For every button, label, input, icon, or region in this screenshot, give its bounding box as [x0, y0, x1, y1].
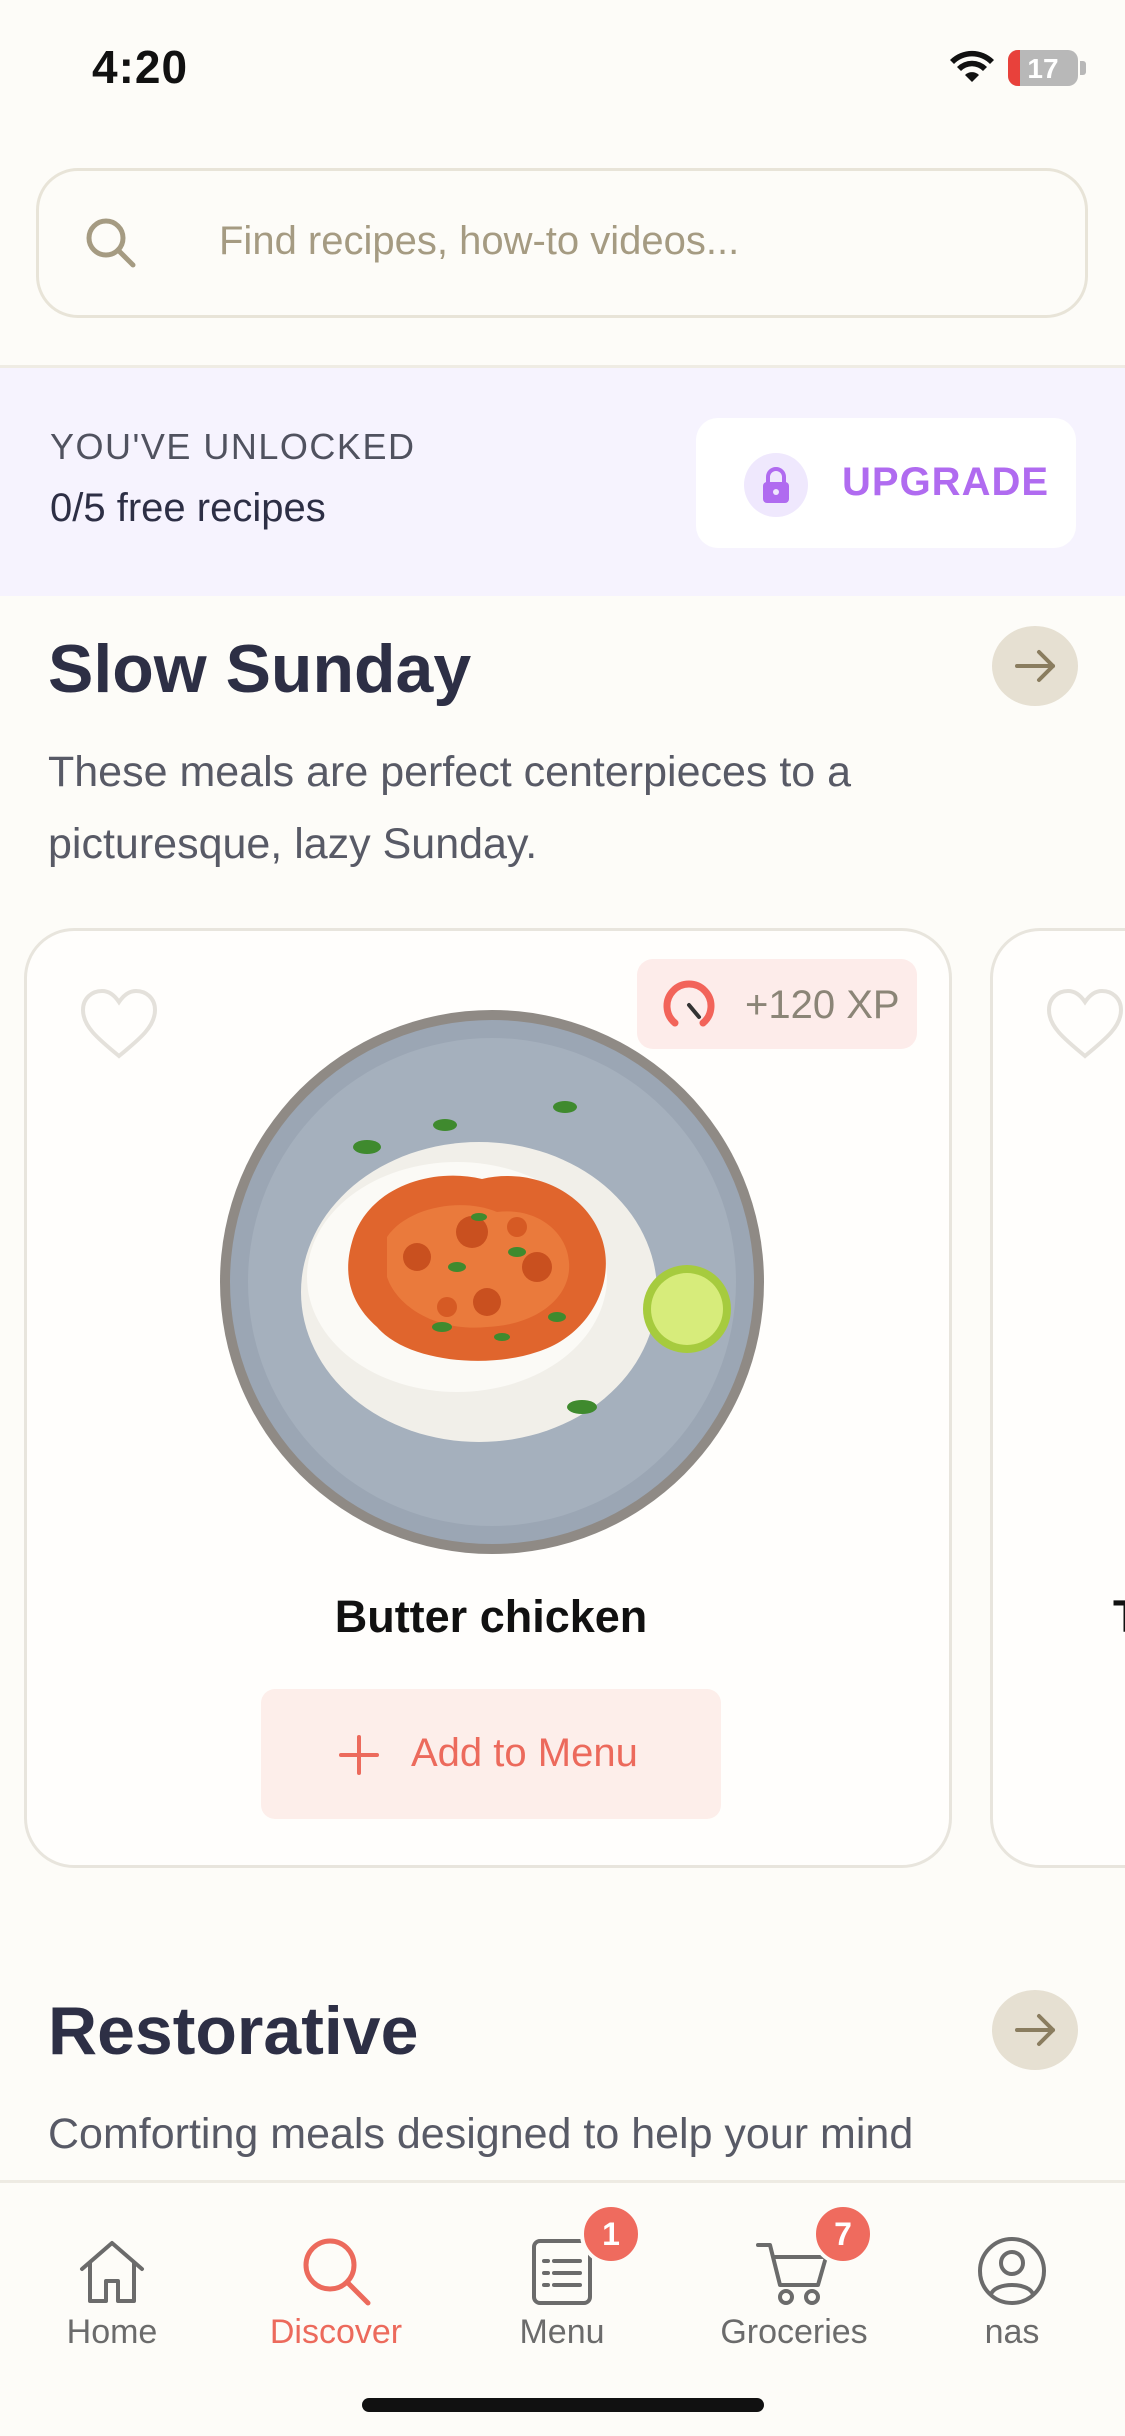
search-placeholder: Find recipes, how-to videos...	[219, 219, 740, 263]
search-icon	[303, 2238, 371, 2306]
butter-chicken-image	[220, 1010, 764, 1554]
upgrade-button[interactable]: UPGRADE	[696, 418, 1076, 548]
search-icon	[86, 218, 136, 268]
xp-label: +120 XP	[745, 983, 900, 1027]
unlock-count: 0/5 free recipes	[50, 486, 326, 530]
arrow-right-icon	[1015, 2014, 1055, 2046]
lock-badge	[744, 453, 808, 517]
wifi-icon	[950, 50, 994, 82]
recipe-name: Butter chicken	[334, 1591, 648, 1642]
unlock-banner: YOU'VE UNLOCKED 0/5 free recipes UPGRADE	[0, 368, 1125, 596]
nav-item-profile[interactable]: nas	[902, 2183, 1122, 2363]
section-title-slow-sunday: Slow Sunday	[48, 631, 472, 707]
status-bar: 4:20 17	[0, 0, 1125, 140]
status-time: 4:20	[92, 41, 189, 93]
upgrade-label: UPGRADE	[842, 460, 1050, 504]
add-to-menu-button[interactable]: Add to Menu	[261, 1689, 721, 1819]
section-description-restorative: Comforting meals designed to help your m…	[48, 2110, 914, 2158]
arrow-right-icon	[1015, 650, 1055, 682]
nav-item-home[interactable]: Home	[2, 2183, 222, 2363]
lock-icon	[763, 467, 789, 503]
heart-icon[interactable]	[1043, 986, 1125, 1062]
recipe-card[interactable]: T	[990, 928, 1125, 1868]
nav-item-groceries[interactable]: 7 Groceries	[684, 2183, 904, 2363]
groceries-count-badge: 7	[812, 2203, 874, 2265]
nav-label-profile: nas	[984, 2313, 1040, 2351]
plus-icon	[339, 1735, 379, 1775]
battery-nub	[1080, 61, 1086, 75]
add-to-menu-label: Add to Menu	[411, 1731, 638, 1775]
profile-icon	[978, 2237, 1046, 2305]
nav-label-groceries: Groceries	[720, 2313, 868, 2351]
search-input[interactable]: Find recipes, how-to videos...	[36, 168, 1088, 318]
home-indicator[interactable]	[362, 2398, 764, 2412]
recipe-name: T	[1113, 1591, 1125, 1643]
home-icon	[80, 2241, 144, 2303]
section-title-restorative: Restorative	[48, 1993, 419, 2069]
heart-icon[interactable]	[77, 986, 161, 1062]
recipe-carousel[interactable]: +120 XP Butter chicken Add to Menu	[0, 925, 1125, 1873]
nav-item-discover[interactable]: Discover	[226, 2183, 446, 2363]
battery-indicator: 17	[1008, 50, 1078, 86]
section-restorative-see-all-button[interactable]	[992, 1990, 1078, 2070]
menu-count-badge: 1	[580, 2203, 642, 2265]
battery-percentage: 17	[1027, 53, 1059, 84]
nav-label-home: Home	[66, 2313, 158, 2351]
nav-label-menu: Menu	[519, 2313, 605, 2351]
nav-label-discover: Discover	[269, 2313, 403, 2351]
section-description-slow-sunday: These meals are perfect centerpieces to …	[48, 748, 852, 868]
nav-item-menu[interactable]: 1 Menu	[452, 2183, 672, 2363]
recipe-card[interactable]: +120 XP Butter chicken Add to Menu	[24, 928, 952, 1868]
unlock-title: YOU'VE UNLOCKED	[50, 426, 416, 467]
section-slow-sunday-see-all-button[interactable]	[992, 626, 1078, 706]
